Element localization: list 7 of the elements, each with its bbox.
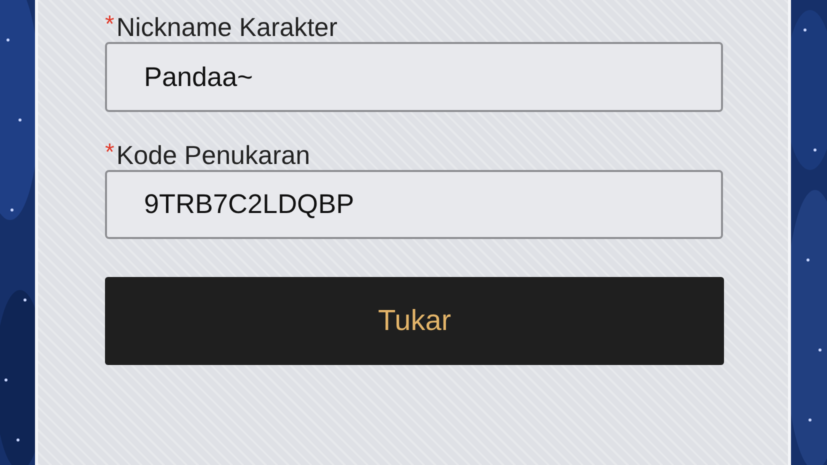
required-mark: * <box>105 10 114 40</box>
input-field[interactable]: 9TRB7C2LDQBP <box>105 170 723 239</box>
input-field[interactable]: Pandaa~ <box>105 42 723 112</box>
required-mark: * <box>105 138 114 168</box>
field-label: Kode Penukaran <box>116 139 310 172</box>
field-label: Nickname Karakter <box>116 11 338 44</box>
submit-button[interactable]: Tukar <box>105 277 724 365</box>
